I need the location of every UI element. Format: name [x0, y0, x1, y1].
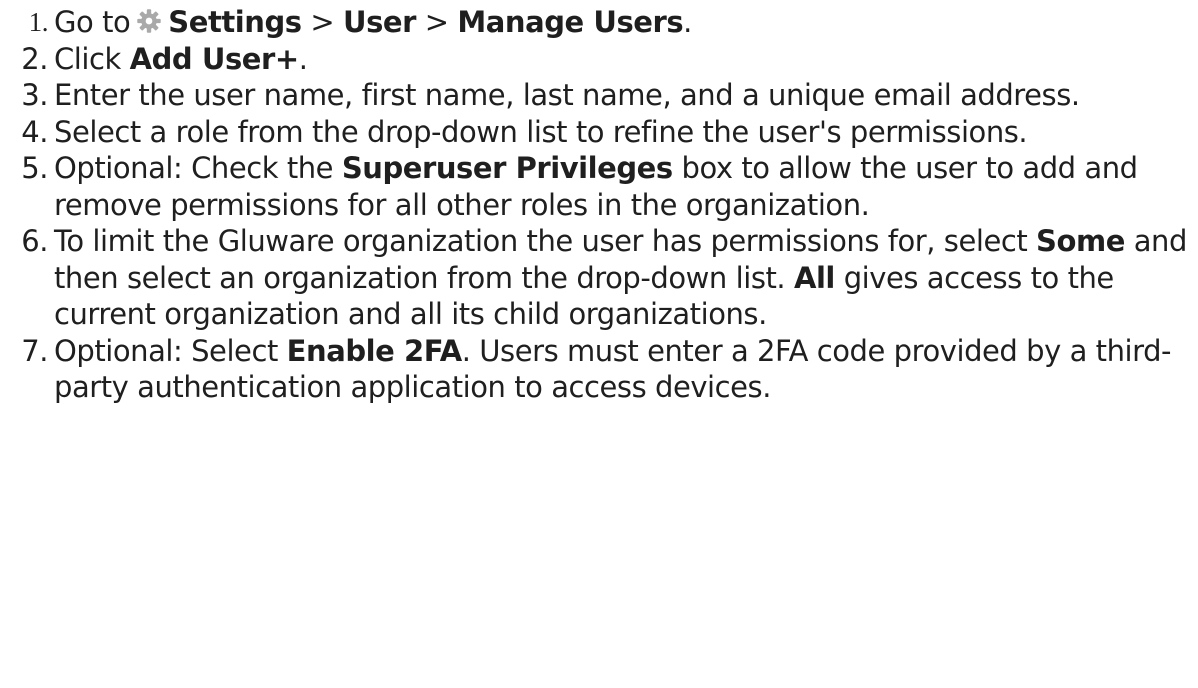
step-text-part: To limit the Gluware organization the us…: [54, 224, 1037, 258]
step-text: Select a role from the drop-down list to…: [54, 114, 1028, 149]
superuser-privileges-label: Superuser Privileges: [341, 151, 673, 185]
add-user-label: Add User+: [129, 41, 300, 76]
step-1: 1. Go to Settings > User > Manage Users.: [0, 4, 1198, 41]
step-text: Go to Settings > User > Manage Users.: [54, 4, 1198, 41]
user-label: User: [342, 5, 416, 39]
manage-users-label: Manage Users: [457, 5, 684, 39]
step-text: Optional: Check the Superuser Privileges…: [54, 150, 1198, 223]
gear-icon: [136, 6, 162, 33]
step-text: Optional: Select Enable 2FA. Users must …: [54, 333, 1198, 406]
step-number: 6.: [21, 224, 48, 258]
step-4: 4. Select a role from the drop-down list…: [0, 114, 1198, 151]
step-3: 3. Enter the user name, first name, last…: [0, 77, 1198, 114]
step-text-part: Go to: [54, 5, 131, 39]
step-5: 5. Optional: Check the Superuser Privile…: [0, 150, 1198, 223]
step-6: 6. To limit the Gluware organization the…: [0, 223, 1198, 333]
step-text: Click Add User+.: [54, 41, 1198, 78]
step-text: Enter the user name, first name, last na…: [54, 78, 1080, 112]
some-label: Some: [1036, 224, 1125, 258]
instruction-steps: 1. Go to Settings > User > Manage Users.…: [0, 0, 1198, 406]
step-number: 3.: [21, 78, 48, 112]
settings-label: Settings: [168, 5, 302, 39]
step-text: To limit the Gluware organization the us…: [54, 223, 1198, 333]
step-2: 2. Click Add User+.: [0, 41, 1198, 78]
step-number: 7.: [21, 333, 48, 368]
step-number: 1.: [28, 7, 49, 37]
step-text-part: .: [683, 5, 692, 39]
step-number: 5.: [21, 151, 48, 185]
step-text-part: >: [301, 5, 343, 39]
enable-2fa-label: Enable 2FA: [286, 333, 463, 368]
step-text-part: Optional: Check the: [54, 151, 342, 185]
step-text-part: Click: [54, 41, 130, 76]
step-text-part: .: [298, 41, 308, 76]
step-number: 2.: [21, 41, 48, 76]
step-7: 7. Optional: Select Enable 2FA. Users mu…: [0, 333, 1198, 406]
step-text-part: >: [415, 5, 458, 39]
step-text-part: Optional: Select: [54, 333, 287, 368]
all-label: All: [793, 260, 835, 295]
step-number: 4.: [21, 114, 48, 149]
